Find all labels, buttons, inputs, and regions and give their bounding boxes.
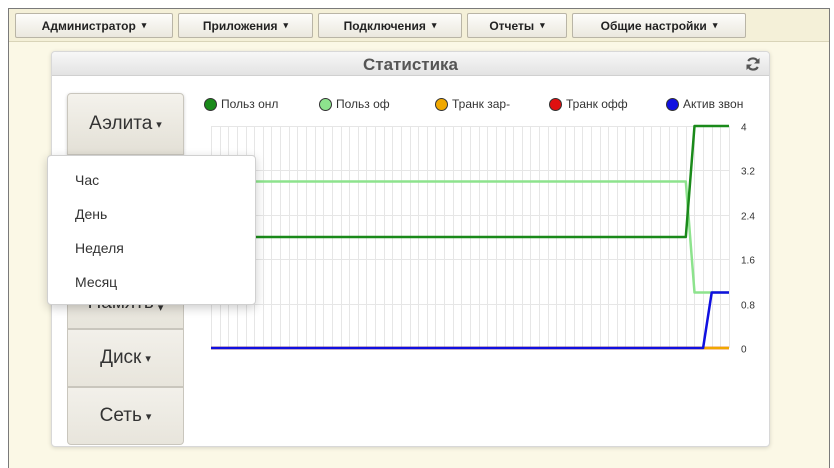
y-tick-label: 0.8 xyxy=(741,301,755,312)
dropdown-item-day[interactable]: День xyxy=(75,206,107,222)
y-tick-label: 4 xyxy=(741,123,747,134)
period-dropdown-menu: Час День Неделя Месяц xyxy=(47,155,256,305)
y-tick-label: 0 xyxy=(741,345,747,356)
y-tick-label: 1.6 xyxy=(741,256,755,267)
dropdown-item-month[interactable]: Месяц xyxy=(75,274,117,290)
y-tick-label: 3.2 xyxy=(741,167,755,178)
y-tick-label: 2.4 xyxy=(741,212,755,223)
dropdown-item-hour[interactable]: Час xyxy=(75,172,99,188)
dropdown-item-week[interactable]: Неделя xyxy=(75,240,124,256)
